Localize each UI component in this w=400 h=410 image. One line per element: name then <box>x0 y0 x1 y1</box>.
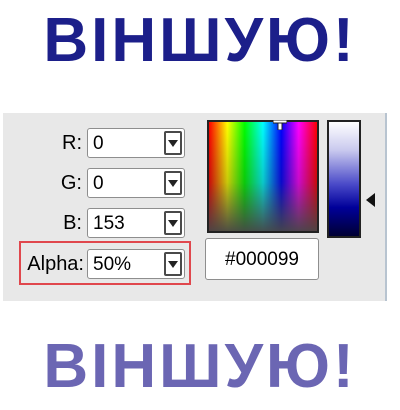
headline-top: ВІНШУЮ! <box>43 6 357 75</box>
blue-dropdown-icon[interactable] <box>164 211 182 235</box>
blue-input[interactable]: 153 <box>87 208 185 238</box>
brightness-arrow-icon[interactable] <box>366 193 375 207</box>
green-value: 0 <box>93 173 104 194</box>
green-input[interactable]: 0 <box>87 168 185 198</box>
hex-input[interactable]: #000099 <box>205 238 319 280</box>
blue-value: 153 <box>93 213 125 234</box>
color-spectrum[interactable] <box>207 120 319 233</box>
blue-label: B: <box>63 212 82 234</box>
alpha-label: Alpha: <box>27 253 84 275</box>
green-label: G: <box>60 172 82 194</box>
alpha-value: 50% <box>93 254 132 275</box>
brightness-slider[interactable] <box>327 120 361 238</box>
green-dropdown-icon[interactable] <box>164 171 182 195</box>
red-value: 0 <box>93 133 104 154</box>
red-label: R: <box>62 132 82 154</box>
headline-bottom: ВІНШУЮ! <box>43 332 357 401</box>
red-dropdown-icon[interactable] <box>164 131 182 155</box>
alpha-input[interactable]: 50% <box>87 249 185 279</box>
spectrum-cursor-icon[interactable] <box>273 120 287 130</box>
alpha-dropdown-icon[interactable] <box>164 252 182 276</box>
red-input[interactable]: 0 <box>87 128 185 158</box>
